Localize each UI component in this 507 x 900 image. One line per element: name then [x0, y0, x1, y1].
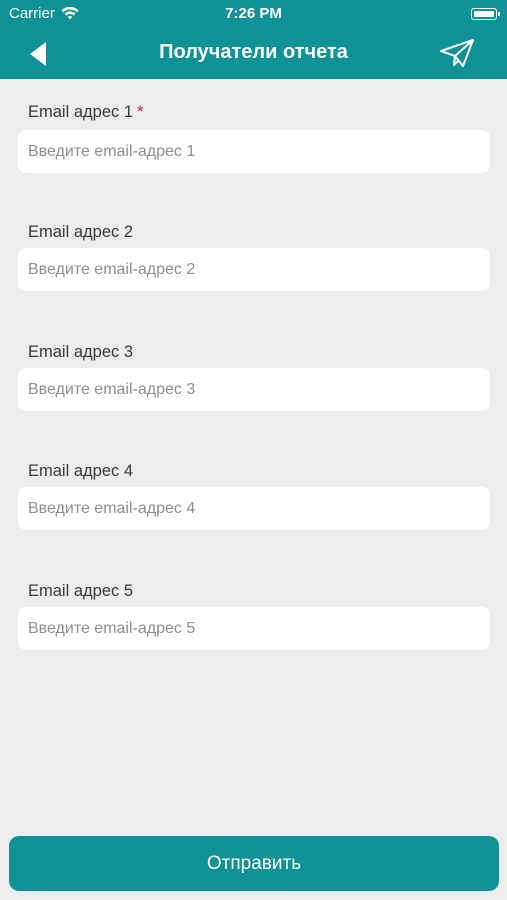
email-input-2[interactable] — [18, 248, 490, 291]
nav-bar: Получатели отчета — [0, 28, 507, 79]
email-field-3: Email адрес 3 — [18, 343, 490, 433]
email-input-5[interactable] — [18, 607, 490, 650]
email-field-1: Email адрес 1 * — [18, 103, 490, 198]
status-time: 7:26 PM — [225, 5, 282, 22]
email-label-4: Email адрес 4 — [28, 462, 134, 480]
email-field-4: Email адрес 4 — [18, 462, 490, 552]
email-field-5: Email адрес 5 — [18, 582, 490, 672]
battery-icon — [471, 8, 500, 20]
email-input-1[interactable] — [18, 130, 490, 173]
email-label-3: Email адрес 3 — [28, 343, 134, 361]
app-header: Carrier 7:26 PM Получатели отчета — [0, 0, 507, 79]
required-mark: * — [137, 103, 144, 121]
paper-plane-icon — [440, 39, 474, 67]
email-input-3[interactable] — [18, 368, 490, 411]
email-label-5: Email адрес 5 — [28, 582, 134, 600]
email-label-2: Email адрес 2 — [28, 223, 134, 241]
email-label-1: Email адрес 1 * — [28, 103, 143, 122]
page-title: Получатели отчета — [159, 41, 348, 63]
send-report-button[interactable] — [439, 38, 475, 68]
submit-button[interactable]: Отправить — [9, 836, 499, 891]
status-bar: Carrier 7:26 PM — [0, 0, 507, 28]
email-input-4[interactable] — [18, 487, 490, 530]
email-label-text-1: Email адрес 1 — [28, 103, 134, 121]
email-field-2: Email адрес 2 — [18, 223, 490, 313]
